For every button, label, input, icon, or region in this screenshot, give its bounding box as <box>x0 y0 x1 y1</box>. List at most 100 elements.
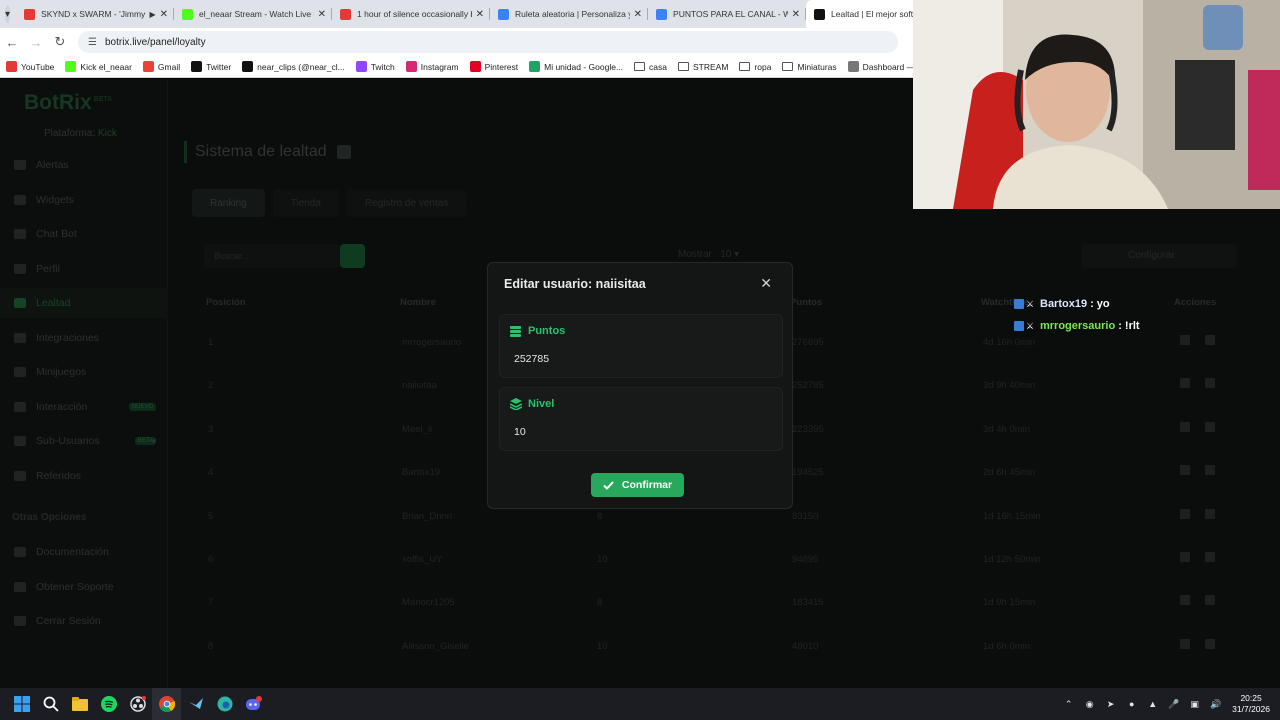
bookmark-item[interactable]: Kick el_neaar <box>65 61 132 72</box>
browser-tab[interactable]: SKYND x SWARM - 'Jimmy ▶ ✕ <box>16 0 175 28</box>
confirm-button[interactable]: Confirmar <box>591 473 684 497</box>
bookmark-label: YouTube <box>21 61 55 72</box>
browser-tab[interactable]: Ruleta aleatoria | Personaliza y gira ✕ <box>490 0 649 28</box>
sword-badge-icon: ⚔ <box>1026 299 1035 309</box>
clock[interactable]: 20:25 31/7/2026 <box>1232 693 1270 715</box>
tab-close-icon[interactable]: ✕ <box>160 9 168 20</box>
chevron-up-icon[interactable]: ⌃ <box>1058 699 1079 710</box>
search-icon[interactable] <box>36 688 65 720</box>
browser-toolbar: ← → ↻ ☰ botrix.live/panel/loyalty <box>0 28 913 56</box>
bookmark-label: Kick el_neaar <box>80 61 132 72</box>
bookmark-item[interactable]: YouTube <box>6 61 54 72</box>
back-icon[interactable]: ← <box>0 35 24 50</box>
tab-title: el_neaar Stream - Watch Live on Kick <box>199 9 314 19</box>
bookmark-favicon-icon <box>191 61 203 72</box>
steam-icon[interactable] <box>181 688 210 720</box>
tab-favicon-icon <box>498 8 510 20</box>
file-explorer-icon[interactable] <box>65 688 94 720</box>
bookmark-favicon-icon <box>529 61 541 72</box>
stream-chat-overlay: ⚔ Bartox19: yo ⚔ mrrogersaurio: !rlt <box>1014 293 1140 337</box>
bookmark-label: Pinterest <box>484 61 519 72</box>
discord-icon[interactable] <box>239 688 268 720</box>
bookmark-item[interactable]: Gmail <box>142 61 181 72</box>
kick-badge-icon <box>1014 321 1024 331</box>
tray-steam-icon[interactable]: ➤ <box>1100 699 1121 710</box>
confirm-label: Confirmar <box>621 479 673 491</box>
bookmark-label: Gmail <box>157 61 181 72</box>
bookmark-item[interactable]: Twitch <box>355 61 395 72</box>
bookmark-favicon-icon <box>469 61 481 72</box>
tab-close-icon[interactable]: ✕ <box>318 9 326 20</box>
webcam-image <box>913 0 1280 209</box>
forward-icon[interactable]: → <box>24 35 48 50</box>
chat-username: Bartox19 <box>1040 298 1088 310</box>
tab-title: 1 hour of silence occasionally broken <box>357 9 472 19</box>
reload-icon[interactable]: ↻ <box>48 34 72 50</box>
bookmark-favicon-icon <box>847 61 859 72</box>
bookmark-item[interactable]: Miniaturas <box>782 61 837 72</box>
volume-icon[interactable]: 🔊 <box>1205 699 1226 710</box>
bookmark-label: Miniaturas <box>797 61 837 72</box>
bookmark-item[interactable]: near_clips (@near_cl... <box>242 61 345 72</box>
tab-title: Ruleta aleatoria | Personaliza y gira <box>515 9 630 19</box>
check-icon <box>603 480 614 490</box>
bookmark-label: ropa <box>754 61 772 72</box>
bookmark-item[interactable]: Mi unidad - Google... <box>529 61 623 72</box>
coins-icon <box>510 325 521 337</box>
edge-icon[interactable] <box>210 688 239 720</box>
chat-message: ⚔ Bartox19: yo <box>1014 293 1140 315</box>
close-icon[interactable]: ✕ <box>760 275 772 292</box>
tab-favicon-icon <box>656 8 668 20</box>
bookmark-favicon-icon <box>65 61 77 72</box>
browser-tab[interactable]: 1 hour of silence occasionally broken ✕ <box>332 0 491 28</box>
tab-close-icon[interactable]: ✕ <box>476 9 484 20</box>
network-icon[interactable]: ▣ <box>1184 699 1205 710</box>
tab-favicon-icon <box>182 8 194 20</box>
tab-close-icon[interactable]: ✕ <box>634 9 642 20</box>
points-field: Puntos <box>499 314 783 378</box>
bookmark-favicon-icon <box>242 61 254 72</box>
chat-text: : !rlt <box>1118 320 1140 332</box>
obs-icon[interactable] <box>123 688 152 720</box>
level-label-text: Nivel <box>528 398 555 410</box>
bookmark-item[interactable]: ropa <box>739 62 771 72</box>
bookmark-favicon-icon <box>355 61 367 72</box>
spotify-icon[interactable] <box>94 688 123 720</box>
chat-text: : yo <box>1090 298 1110 310</box>
level-label: Nivel <box>510 398 554 410</box>
bookmark-label: Mi unidad - Google... <box>544 61 624 72</box>
browser-tab-bar: ▾ SKYND x SWARM - 'Jimmy ▶ ✕ el_neaar Strea… <box>0 0 965 28</box>
site-settings-icon[interactable]: ☰ <box>88 37 97 48</box>
clock-time: 20:25 <box>1240 693 1262 703</box>
speaker-icon[interactable]: ▶ <box>149 10 155 19</box>
bookmark-item[interactable]: Pinterest <box>469 61 519 72</box>
bookmark-item[interactable]: STREAM <box>678 62 728 72</box>
tray-discord-icon[interactable]: ● <box>1121 699 1142 709</box>
tab-favicon-icon <box>814 8 826 20</box>
bookmark-item[interactable]: Twitter <box>191 61 231 72</box>
bookmark-favicon-icon <box>405 61 417 72</box>
bookmark-item[interactable]: Instagram <box>405 61 459 72</box>
chrome-icon[interactable] <box>152 688 181 720</box>
points-input[interactable] <box>510 348 774 370</box>
bookmark-label: STREAM <box>693 61 729 72</box>
browser-tab[interactable]: el_neaar Stream - Watch Live on Kick ✕ <box>174 0 333 28</box>
modal-title: Editar usuario: naiisitaa <box>504 277 646 291</box>
level-input[interactable] <box>510 421 774 443</box>
tray-app-icon[interactable]: ◉ <box>1079 699 1100 710</box>
bookmark-item[interactable]: casa <box>634 62 667 72</box>
chat-username: mrrogersaurio <box>1040 320 1116 332</box>
points-label: Puntos <box>510 325 565 337</box>
tab-search-icon[interactable]: ▾ <box>5 5 11 23</box>
bookmark-favicon-icon <box>142 61 154 72</box>
windows-start-icon[interactable] <box>7 688 36 720</box>
browser-tab[interactable]: PUNTOS PARA EL CANAL - Wordwall ✕ <box>648 0 807 28</box>
address-bar[interactable]: ☰ botrix.live/panel/loyalty <box>78 31 898 53</box>
microphone-icon[interactable]: 🎤 <box>1163 699 1184 710</box>
tray-game-icon[interactable]: ▲ <box>1142 699 1163 709</box>
tab-close-icon[interactable]: ✕ <box>792 9 800 20</box>
tab-favicon-icon <box>340 8 352 20</box>
level-field: Nivel <box>499 387 783 451</box>
folder-icon <box>782 62 794 71</box>
edit-user-modal: Editar usuario: naiisitaa ✕ Puntos 25278… <box>487 262 793 509</box>
